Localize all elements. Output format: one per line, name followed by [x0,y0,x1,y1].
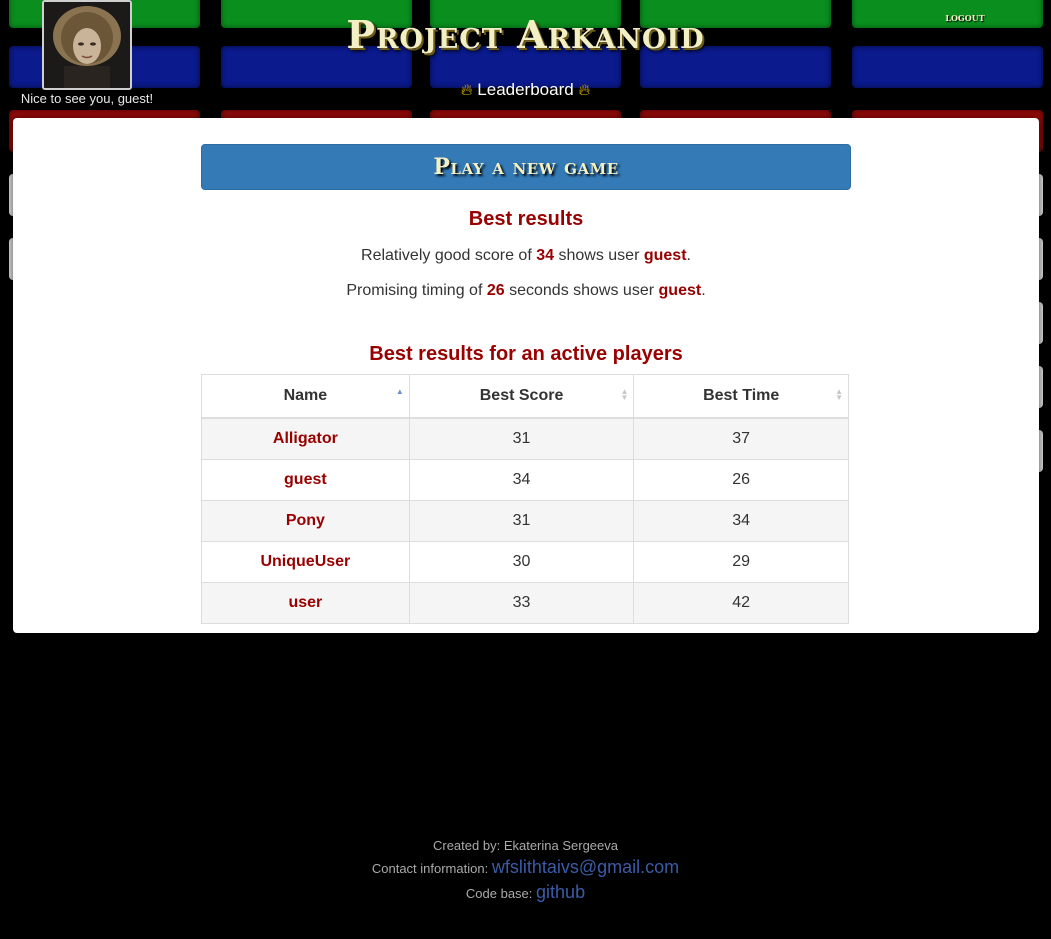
column-label: Best Time [703,387,780,404]
brick [852,46,1043,88]
results-table: Name ▲ Best Score ▲ ▼ Best Time ▲ ▼ Alliga… [201,374,849,624]
player-name-link[interactable]: Pony [201,500,410,542]
avatar-portrait-icon [44,2,130,88]
best-results-title: Best results [468,208,584,230]
flame-icon: 🔥︎ [460,82,473,99]
player-name-link[interactable]: Alligator [201,417,410,460]
page-title: Project Arkanoid [346,12,705,57]
leaderboard-link[interactable]: 🔥︎ Leaderboard 🔥︎ [400,80,651,100]
column-header-best-time[interactable]: Best Time ▲ ▼ [633,374,849,419]
best-score-cell: 31 [408,417,635,460]
player-name-link[interactable]: UniqueUser [201,541,410,583]
best-score-cell: 33 [408,582,635,624]
column-label: Best Score [479,387,564,404]
best-score-value: 34 [536,247,555,264]
contact-label: Contact information: [371,861,489,876]
github-link[interactable]: github [536,882,585,902]
sort-icon: ▲ ▼ [620,387,629,402]
best-time-cell: 29 [633,541,849,583]
best-time-line: Promising timing of 26 seconds shows use… [13,282,1039,300]
best-time-cell: 34 [633,500,849,542]
flame-icon: 🔥︎ [578,82,591,99]
best-score-cell: 31 [408,500,635,542]
best-score-cell: 34 [408,459,635,501]
best-time-value: 26 [486,282,505,299]
player-name-link[interactable]: guest [201,459,410,501]
active-players-title: Best results for an active players [369,343,683,365]
logout-button[interactable]: logout [930,10,1000,24]
footer-contact: Contact information: wfslithtaivs@gmail.… [0,857,1051,878]
best-score-prefix: Relatively good score of [361,247,532,264]
sort-icon: ▲ ▼ [835,387,843,402]
table-header-row: Name ▲ Best Score ▲ ▼ Best Time ▲ ▼ [201,374,849,419]
best-time-user[interactable]: guest [659,282,702,299]
best-time-cell: 42 [633,582,849,624]
column-header-best-score[interactable]: Best Score ▲ ▼ [408,374,635,419]
table-row: Alligator 31 37 [201,417,849,460]
best-time-suffix: . [701,282,706,299]
column-label: Name [283,387,328,404]
leaderboard-panel: Play a new game Best results Relatively … [13,118,1039,633]
footer-created: Created by: Ekaterina Sergeeva [0,838,1051,853]
author-name: Ekaterina Sergeeva [503,838,618,853]
best-score-suffix: . [686,247,691,264]
best-time-middle: seconds shows user [509,282,655,299]
best-score-line: Relatively good score of 34 shows user g… [13,247,1039,265]
best-score-user[interactable]: guest [644,247,687,264]
best-score-middle: shows user [558,247,640,264]
best-time-cell: 37 [633,417,849,460]
table-row: guest 34 26 [201,459,849,501]
best-score-cell: 30 [408,541,635,583]
table-row: UniqueUser 30 29 [201,541,849,583]
code-base-label: Code base: [465,886,533,901]
avatar [42,0,132,90]
created-label: Created by: [432,838,501,853]
column-header-name[interactable]: Name ▲ [201,374,410,419]
greeting-text: Nice to see you, guest! [20,91,154,106]
table-row: Pony 31 34 [201,500,849,542]
play-new-game-button[interactable]: Play a new game [201,144,851,190]
table-row: user 33 42 [201,582,849,624]
best-time-cell: 26 [633,459,849,501]
contact-email-link[interactable]: wfslithtaivs@gmail.com [492,857,679,877]
leaderboard-label: Leaderboard [477,80,574,99]
player-name-link[interactable]: user [201,582,410,624]
sort-ascending-icon: ▲ [395,387,404,396]
best-time-prefix: Promising timing of [346,282,483,299]
footer-codebase: Code base: github [0,882,1051,903]
